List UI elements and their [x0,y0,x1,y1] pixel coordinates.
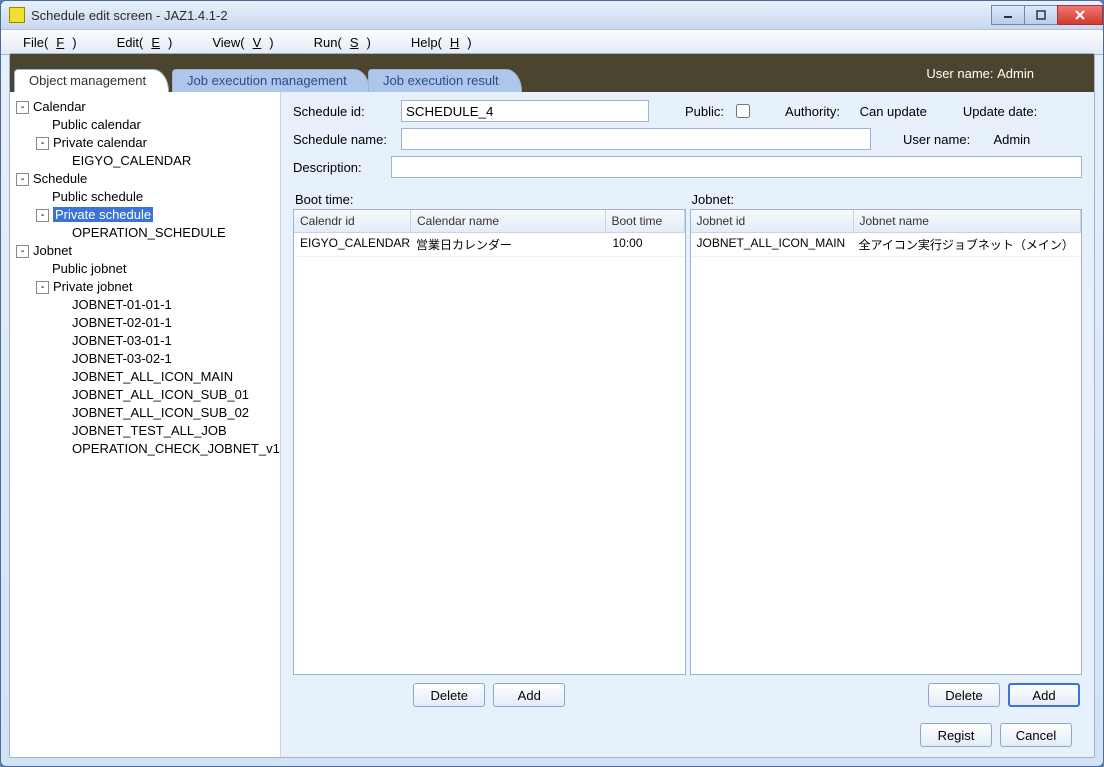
tree-jobnet-item[interactable]: JOBNET_ALL_ICON_MAIN [72,369,233,384]
tree-jobnet-item[interactable]: JOBNET-03-01-1 [72,333,172,348]
menu-help[interactable]: Help(H) [395,33,488,52]
menu-run[interactable]: Run(S) [298,33,387,52]
public-checkbox[interactable] [736,104,750,118]
tree-jobnet-item[interactable]: JOBNET-01-01-1 [72,297,172,312]
jobnet-col-name[interactable]: Jobnet name [854,210,1082,232]
tree-public-calendar[interactable]: Public calendar [52,117,141,132]
boot-delete-button[interactable]: Delete [413,683,485,707]
tree-toggle-schedule[interactable]: - [16,173,29,186]
jobnet-delete-button[interactable]: Delete [928,683,1000,707]
app-icon [9,7,25,23]
minimize-button[interactable] [991,5,1025,25]
authority-label: Authority: [785,104,840,119]
tab-job-execution-management[interactable]: Job execution management [172,69,370,92]
tab-body: -Calendar Public calendar -Private calen… [10,92,1094,757]
tree-schedule[interactable]: Schedule [33,171,87,186]
tree-jobnet-item[interactable]: JOBNET-02-01-1 [72,315,172,330]
maximize-button[interactable] [1024,5,1058,25]
tree-toggle-jobnet[interactable]: - [16,245,29,258]
boot-time-grid[interactable]: Calendr id Calendar name Boot time EIGYO… [293,209,686,675]
jobnet-add-button[interactable]: Add [1008,683,1080,707]
boot-col-boot-time[interactable]: Boot time [606,210,685,232]
menu-edit[interactable]: Edit(E) [101,33,189,52]
authority-value: Can update [860,104,927,119]
menubar: File(F) Edit(E) View(V) Run(S) Help(H) [1,30,1103,55]
window-title: Schedule edit screen - JAZ1.4.1-2 [31,8,228,23]
footer-buttons: Regist Cancel [920,723,1072,747]
tab-job-execution-result[interactable]: Job execution result [368,69,522,92]
tree-toggle-calendar[interactable]: - [16,101,29,114]
jobnet-row[interactable]: JOBNET_ALL_ICON_MAIN 全アイコン実行ジョブネット（メイン） [691,233,1082,257]
boot-col-calendar-name[interactable]: Calendar name [411,210,606,232]
tree-toggle-private-calendar[interactable]: - [36,137,49,150]
regist-button[interactable]: Regist [920,723,992,747]
tree-jobnet-item[interactable]: JOBNET_TEST_ALL_JOB [72,423,227,438]
boot-time-title: Boot time: [295,192,686,207]
tree-private-schedule[interactable]: Private schedule [53,207,153,222]
boot-col-calendar-id[interactable]: Calendr id [294,210,411,232]
app-window: Schedule edit screen - JAZ1.4.1-2 File(F… [0,0,1104,767]
update-date-label: Update date: [963,104,1037,119]
tree-jobnet-item[interactable]: JOBNET_ALL_ICON_SUB_02 [72,405,249,420]
menu-view[interactable]: View(V) [196,33,289,52]
tab-object-management[interactable]: Object management [14,69,169,92]
boot-time-pane: Boot time: Calendr id Calendar name Boot… [293,188,686,709]
schedule-name-label: Schedule name: [293,132,393,147]
schedule-name-input[interactable] [401,128,871,150]
tree-private-jobnet[interactable]: Private jobnet [53,279,133,294]
tree-toggle-private-jobnet[interactable]: - [36,281,49,294]
jobnet-title: Jobnet: [692,192,1083,207]
tree-jobnet[interactable]: Jobnet [33,243,72,258]
window-controls [992,5,1103,25]
tree-jobnet-item[interactable]: JOBNET_ALL_ICON_SUB_01 [72,387,249,402]
titlebar: Schedule edit screen - JAZ1.4.1-2 [1,1,1103,30]
schedule-id-input[interactable] [401,100,649,122]
sidebar-tree: -Calendar Public calendar -Private calen… [10,92,281,757]
tree-calendar[interactable]: Calendar [33,99,86,114]
tree-public-schedule[interactable]: Public schedule [52,189,143,204]
description-label: Description: [293,160,383,175]
menu-file[interactable]: File(F) [7,33,93,52]
tabbar: Object management Job execution manageme… [10,70,1094,92]
schedule-id-label: Schedule id: [293,104,393,119]
jobnet-pane: Jobnet: Jobnet id Jobnet name JOBNET_ALL… [690,188,1083,709]
tree-private-calendar[interactable]: Private calendar [53,135,147,150]
cancel-button[interactable]: Cancel [1000,723,1072,747]
user-name-label: User name: [903,132,970,147]
main-panel: Schedule id: Public: Authority: Can upda… [281,92,1094,757]
tree-public-jobnet[interactable]: Public jobnet [52,261,126,276]
tree-toggle-private-schedule[interactable]: - [36,209,49,222]
boot-add-button[interactable]: Add [493,683,565,707]
jobnet-col-id[interactable]: Jobnet id [691,210,854,232]
tree-eigyo-calendar[interactable]: EIGYO_CALENDAR [72,153,191,168]
tree-jobnet-item[interactable]: JOBNET-03-02-1 [72,351,172,366]
close-button[interactable] [1057,5,1103,25]
user-name-value: Admin [993,132,1030,147]
tree-operation-schedule[interactable]: OPERATION_SCHEDULE [72,225,226,240]
jobnet-grid[interactable]: Jobnet id Jobnet name JOBNET_ALL_ICON_MA… [690,209,1083,675]
boot-row[interactable]: EIGYO_CALENDAR 営業日カレンダー 10:00 [294,233,685,257]
description-input[interactable] [391,156,1082,178]
public-label: Public: [685,104,724,119]
client-area: User name: Admin Object management Job e… [9,53,1095,758]
tree-jobnet-item[interactable]: OPERATION_CHECK_JOBNET_v130 [72,441,281,456]
